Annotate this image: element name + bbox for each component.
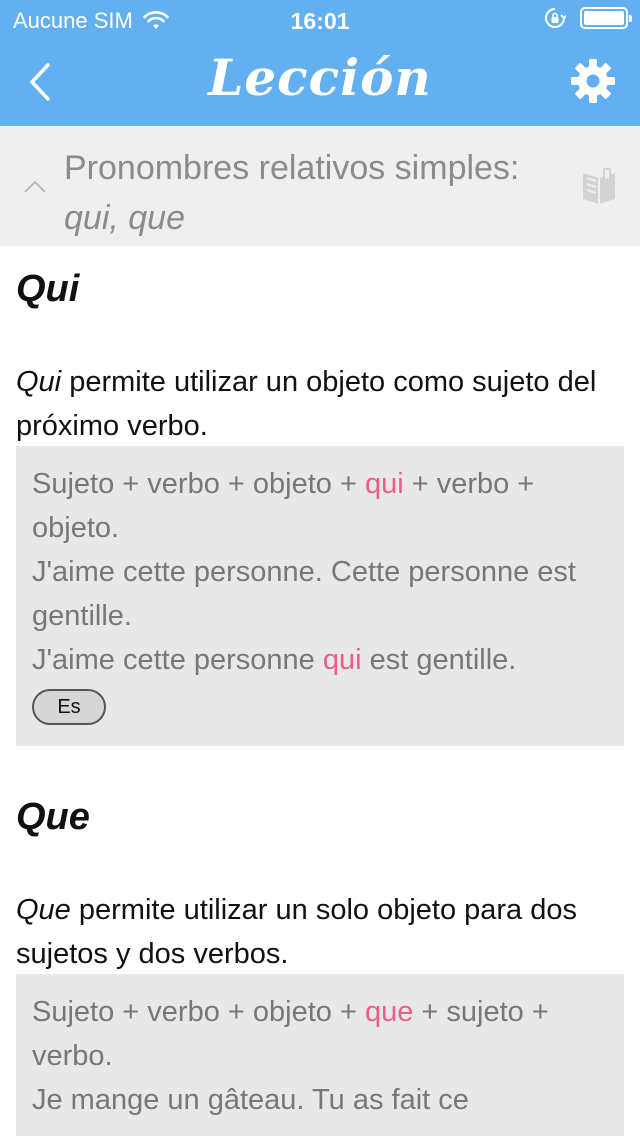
- gear-icon: [571, 59, 615, 103]
- heading-que: Que: [16, 796, 90, 838]
- example-text: Sujeto + verbo + objeto +: [32, 468, 365, 500]
- heading-qui: Qui: [16, 268, 80, 310]
- paragraph-que-word: Que: [16, 894, 71, 926]
- lock-rotation-icon: [545, 8, 566, 28]
- top-bar: Aucune SIM 16:01 Lección: [0, 0, 640, 126]
- section-header[interactable]: Pronombres relativos simples: qui, que: [0, 126, 640, 246]
- status-right-icons: [544, 7, 632, 29]
- lesson-content[interactable]: Qui Qui permite utilizar un objeto como …: [0, 246, 640, 1136]
- section-title-text: Pronombres relativos simples:: [64, 149, 520, 187]
- example-text: J'aime cette personne: [32, 644, 323, 676]
- settings-button[interactable]: [568, 56, 618, 106]
- example-qui-line2: J'aime cette personne. Cette personne es…: [32, 556, 576, 632]
- highlight-qui: qui: [322, 644, 362, 676]
- example-text: est gentille.: [361, 644, 517, 676]
- paragraph-que-text: permite utilizar un solo objeto para dos…: [16, 894, 577, 970]
- example-que-line2: Je mange un gâteau. Tu as fait ce: [32, 1084, 469, 1116]
- example-qui-line3: J'aime cette personne qui est gentille.: [32, 638, 608, 682]
- battery-icon: [580, 7, 632, 29]
- status-bar: Aucune SIM 16:01: [0, 0, 640, 40]
- paragraph-qui-text: permite utilizar un objeto como sujeto d…: [16, 366, 597, 442]
- chevron-up-icon[interactable]: [22, 174, 48, 200]
- section-title-italic: qui, que: [64, 199, 185, 237]
- nav-title: Lección: [208, 48, 432, 107]
- example-box-que: Sujeto + verbo + objeto + que + sujeto +…: [16, 974, 624, 1136]
- example-qui-line1: Sujeto + verbo + objeto + qui + verbo + …: [32, 462, 608, 550]
- example-box-qui: Sujeto + verbo + objeto + qui + verbo + …: [16, 446, 624, 746]
- paragraph-qui-word: Qui: [16, 366, 62, 398]
- paragraph-que: Que permite utilizar un solo objeto para…: [16, 888, 624, 976]
- highlight-que: que: [364, 996, 414, 1028]
- example-text: Sujeto + verbo + objeto +: [32, 996, 365, 1028]
- section-title: Pronombres relativos simples: qui, que: [64, 143, 544, 243]
- translate-es-button[interactable]: Es: [32, 689, 106, 725]
- book-icon[interactable]: [580, 166, 618, 206]
- paragraph-qui: Qui permite utilizar un objeto como suje…: [16, 360, 624, 448]
- nav-bar: Lección: [0, 40, 640, 126]
- highlight-qui: qui: [364, 468, 404, 500]
- example-que-line1: Sujeto + verbo + objeto + que + sujeto +…: [32, 990, 608, 1078]
